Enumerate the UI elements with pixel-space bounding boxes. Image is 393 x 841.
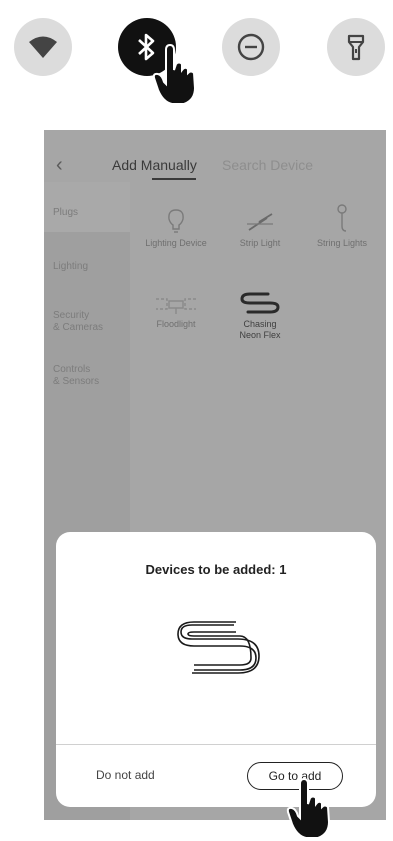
device-label: String Lights	[316, 238, 368, 248]
device-chasing-neon-flex[interactable]: Chasing Neon Flex	[220, 285, 300, 341]
wifi-toggle[interactable]	[14, 18, 72, 76]
category-lighting[interactable]: Lighting	[53, 261, 88, 273]
device-strip-light[interactable]: Strip Light	[220, 204, 300, 249]
device-label: Strip Light	[239, 238, 281, 248]
flashlight-icon	[347, 34, 365, 61]
neon-flex-icon	[240, 292, 280, 314]
app-screen: ‹ Add Manually Search Device Plugs Light…	[44, 130, 386, 820]
category-controls-sensors[interactable]: Controls & Sensors	[53, 364, 99, 388]
tab-search-device[interactable]: Search Device	[222, 157, 313, 173]
tab-active-indicator	[152, 178, 196, 180]
pointing-hand-icon	[152, 44, 197, 105]
bulb-icon	[168, 209, 184, 233]
strip-light-icon	[247, 213, 273, 231]
neon-flex-icon	[177, 621, 260, 674]
category-security-cameras[interactable]: Security & Cameras	[53, 310, 103, 334]
device-label: Chasing Neon Flex	[239, 319, 281, 340]
do-not-disturb-toggle[interactable]	[222, 18, 280, 76]
tab-add-manually[interactable]: Add Manually	[112, 157, 197, 173]
dialog-divider	[56, 744, 376, 745]
category-plugs[interactable]: Plugs	[53, 207, 78, 219]
flashlight-toggle[interactable]	[327, 18, 385, 76]
device-label: Floodlight	[156, 319, 196, 329]
device-label: Lighting Device	[145, 238, 207, 248]
pointing-hand-icon	[286, 778, 331, 839]
wifi-icon	[29, 36, 57, 58]
do-not-add-button[interactable]: Do not add	[96, 768, 155, 782]
device-floodlight[interactable]: Floodlight	[136, 285, 216, 330]
device-string-lights[interactable]: String Lights	[302, 204, 382, 249]
device-lighting-device[interactable]: Lighting Device	[136, 204, 216, 249]
string-lights-icon	[337, 204, 347, 232]
back-chevron-icon[interactable]: ‹	[56, 154, 63, 177]
floodlight-icon	[156, 298, 196, 314]
do-not-disturb-icon	[237, 33, 265, 61]
dialog-title: Devices to be added: 1	[145, 562, 287, 577]
devices-to-add-dialog: Devices to be added: 1 Do not add Go to …	[56, 532, 376, 807]
